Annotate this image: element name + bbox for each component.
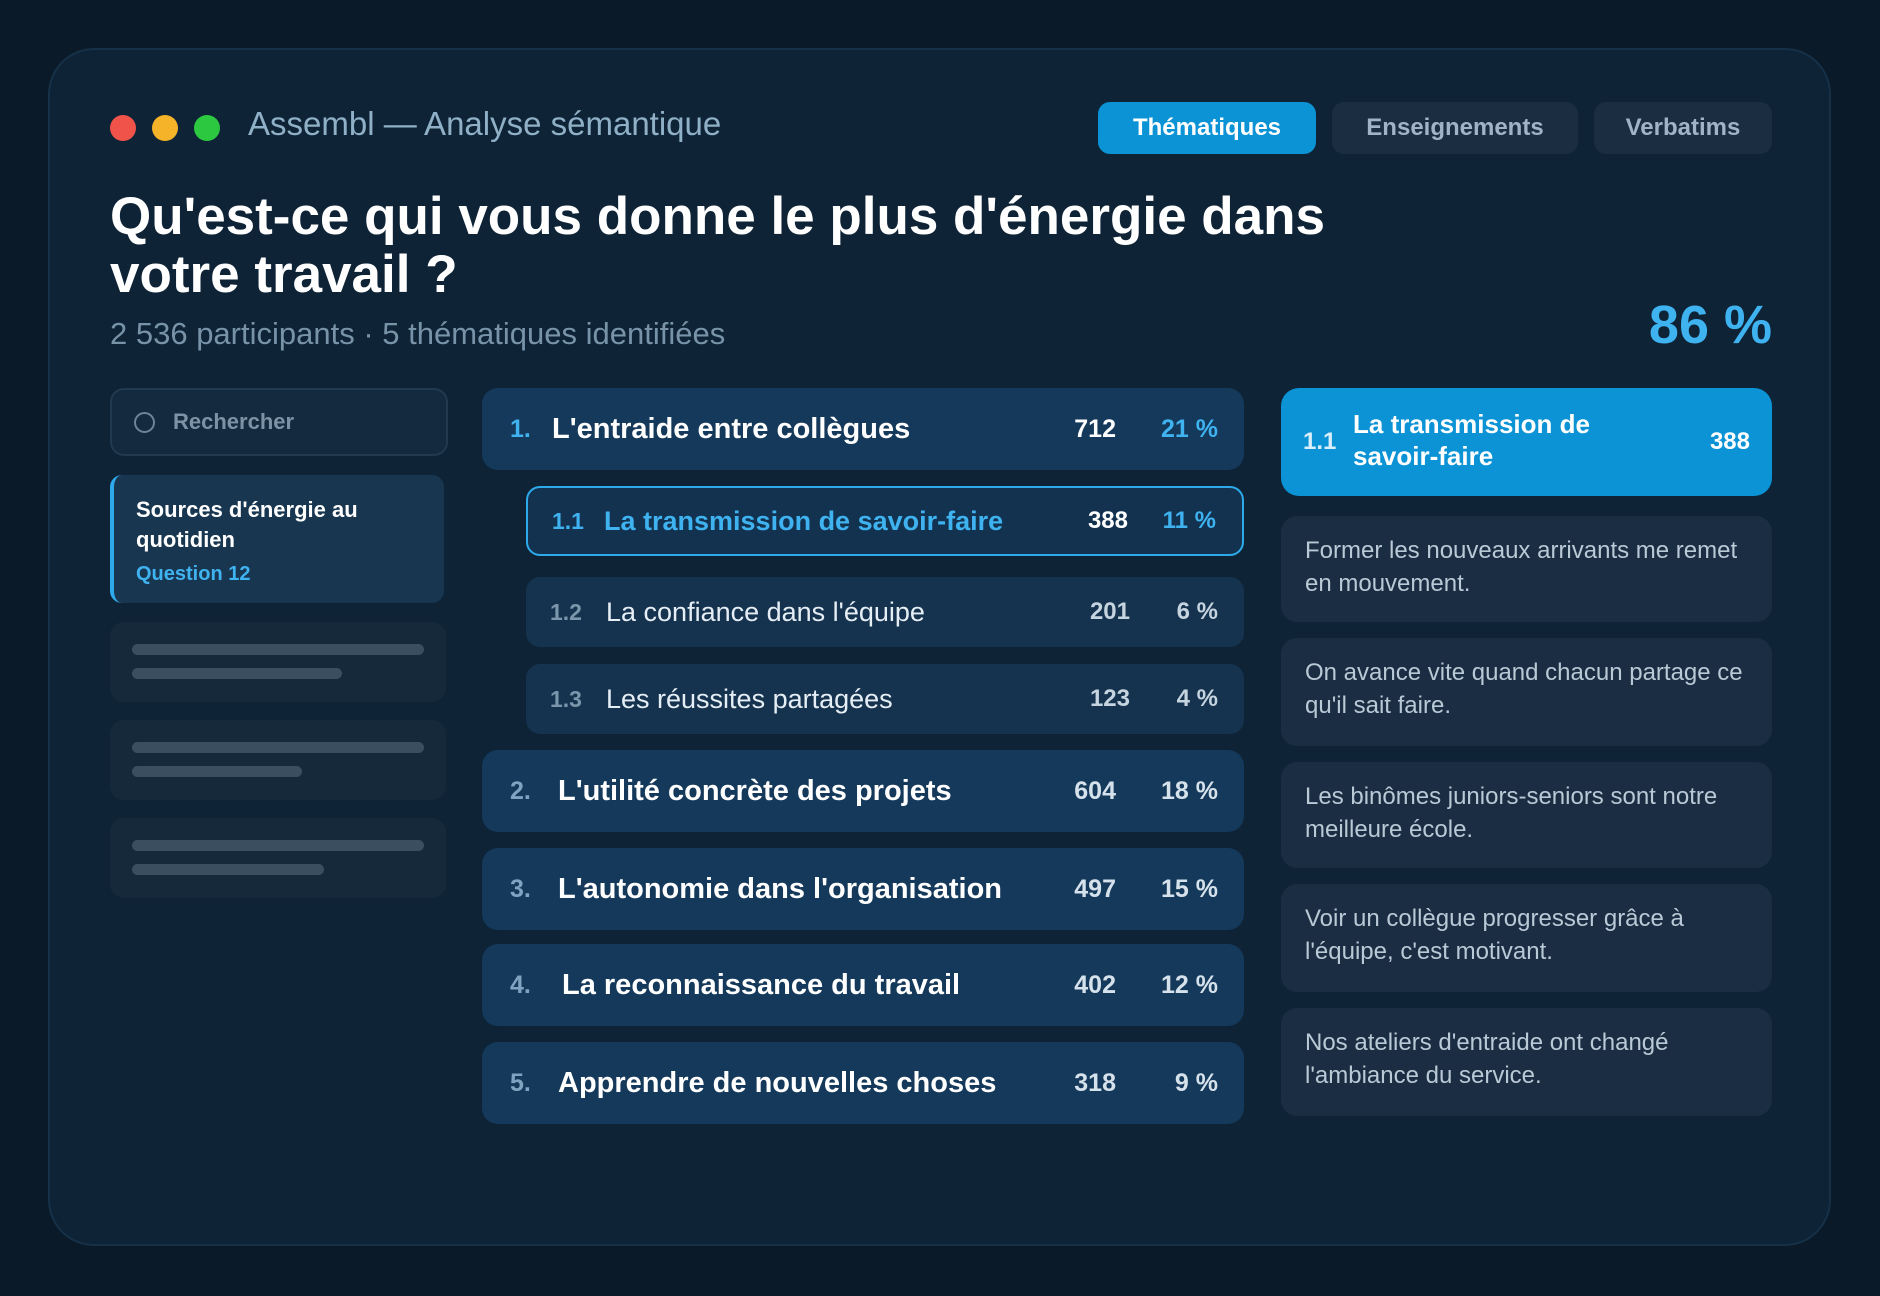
skeleton-line: [132, 644, 424, 655]
sidebar-item-title: Sources d'énergie au quotidien: [136, 497, 358, 552]
selected-subtheme-header: 1.1 La transmission de savoir-faire 388: [1281, 388, 1772, 496]
sidebar-item-placeholder[interactable]: [110, 720, 446, 800]
selected-subtheme-label: La transmission de savoir-faire: [1353, 409, 1590, 471]
subtheme-number: 1.3: [550, 685, 582, 712]
minimize-window-icon[interactable]: [152, 115, 178, 141]
theme-percent: 15 %: [1161, 874, 1218, 903]
question-title: Qu'est-ce qui vous donne le plus d'énerg…: [110, 187, 1325, 304]
subtheme-percent: 11 %: [1162, 507, 1216, 534]
search-icon: [134, 411, 155, 433]
selected-subtheme-number: 1.1: [1303, 428, 1337, 455]
theme-number: 4.: [510, 970, 531, 999]
subtheme-count: 123: [1089, 685, 1130, 712]
skeleton-line: [132, 742, 424, 753]
subtheme-count: 388: [1087, 507, 1128, 534]
selected-subtheme-count: 388: [1709, 428, 1750, 455]
subtheme-row-1-3[interactable]: 1.3 Les réussites partagées 123 4 %: [526, 664, 1244, 734]
tab-verbatims[interactable]: Verbatims: [1594, 102, 1772, 154]
subtheme-percent: 4 %: [1176, 685, 1218, 712]
subtheme-row-1-1[interactable]: 1.1 La transmission de savoir-faire 388 …: [526, 486, 1244, 556]
overall-percent: 86 %: [1648, 295, 1772, 355]
theme-row-4[interactable]: 4. La reconnaissance du travail 402 12 %: [482, 944, 1244, 1026]
subtheme-number: 1.2: [550, 598, 582, 625]
subtheme-number: 1.1: [552, 507, 584, 534]
subtheme-count: 201: [1089, 598, 1130, 625]
skeleton-line: [132, 864, 324, 875]
theme-label: L'entraide entre collègues: [552, 412, 911, 445]
theme-count: 712: [1074, 414, 1116, 443]
theme-number: 3.: [510, 874, 531, 903]
search-input[interactable]: Rechercher: [110, 388, 448, 456]
tab-enseignements[interactable]: Enseignements: [1332, 102, 1578, 154]
subtheme-percent: 6 %: [1176, 598, 1218, 625]
theme-label: La reconnaissance du travail: [562, 968, 961, 1001]
theme-row-3[interactable]: 3. L'autonomie dans l'organisation 497 1…: [482, 848, 1244, 930]
sidebar-item-placeholder[interactable]: [110, 622, 446, 702]
theme-percent: 9 %: [1174, 1068, 1218, 1097]
sidebar-item-question: Question 12: [136, 563, 251, 585]
search-placeholder: Rechercher: [173, 409, 295, 434]
question-subtitle: 2 536 participants · 5 thématiques ident…: [110, 316, 726, 351]
theme-percent: 21 %: [1161, 414, 1218, 443]
maximize-window-icon[interactable]: [194, 115, 220, 141]
sidebar-item-placeholder[interactable]: [110, 818, 446, 898]
tab-thematiques[interactable]: Thématiques: [1098, 102, 1316, 154]
theme-row-5[interactable]: 5. Apprendre de nouvelles choses 318 9 %: [482, 1042, 1244, 1124]
theme-count: 318: [1074, 1068, 1116, 1097]
theme-count: 402: [1074, 970, 1116, 999]
theme-row-2[interactable]: 2. L'utilité concrète des projets 604 18…: [482, 750, 1244, 832]
skeleton-line: [132, 668, 342, 679]
theme-label: Apprendre de nouvelles choses: [558, 1066, 997, 1099]
theme-number: 5.: [510, 1068, 531, 1097]
verbatim-card: Nos ateliers d'entraide ont changé l'amb…: [1281, 1008, 1772, 1116]
theme-count: 604: [1074, 776, 1116, 805]
theme-number: 2.: [510, 776, 531, 805]
skeleton-line: [132, 840, 424, 851]
theme-row-1[interactable]: 1. L'entraide entre collègues 712 21 %: [482, 388, 1244, 470]
theme-percent: 18 %: [1161, 776, 1218, 805]
verbatim-card: Les binômes juniors-seniors sont notre m…: [1281, 762, 1772, 868]
verbatim-card: Voir un collègue progresser grâce à l'éq…: [1281, 884, 1772, 992]
theme-percent: 12 %: [1161, 970, 1218, 999]
close-window-icon[interactable]: [110, 115, 136, 141]
theme-number: 1.: [510, 414, 531, 443]
theme-count: 497: [1074, 874, 1116, 903]
subtheme-label: Les réussites partagées: [606, 683, 893, 714]
theme-label: L'utilité concrète des projets: [558, 774, 952, 807]
skeleton-line: [132, 766, 302, 777]
sidebar-item-active[interactable]: Sources d'énergie au quotidien Question …: [110, 475, 444, 603]
theme-label: L'autonomie dans l'organisation: [558, 872, 1002, 905]
subtheme-label: La transmission de savoir-faire: [604, 505, 1004, 536]
app-title: Assembl — Analyse sémantique: [248, 105, 722, 142]
verbatim-card: Former les nouveaux arrivants me remet e…: [1281, 516, 1772, 622]
subtheme-label: La confiance dans l'équipe: [606, 596, 925, 627]
verbatim-card: On avance vite quand chacun partage ce q…: [1281, 638, 1772, 746]
subtheme-row-1-2[interactable]: 1.2 La confiance dans l'équipe 201 6 %: [526, 577, 1244, 647]
